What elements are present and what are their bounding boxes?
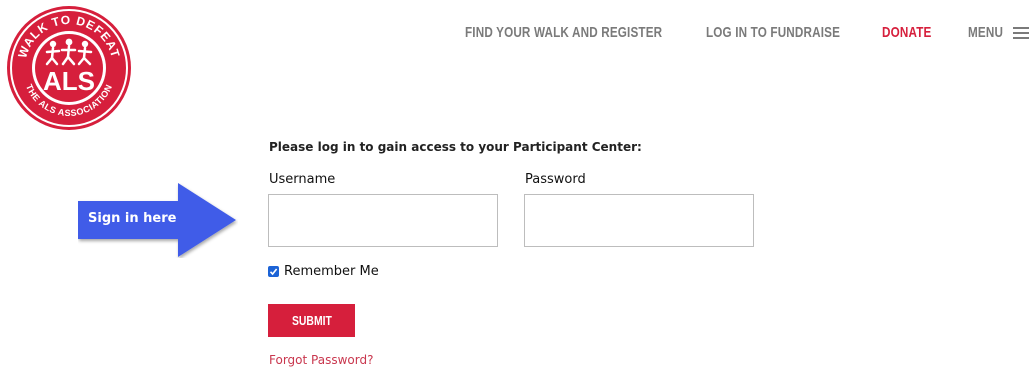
password-field[interactable] bbox=[524, 194, 754, 247]
forgot-password-link[interactable]: Forgot Password? bbox=[269, 353, 373, 367]
nav-donate[interactable]: DONATE bbox=[882, 24, 931, 41]
remember-me-row: Remember Me bbox=[268, 264, 379, 279]
password-label: Password bbox=[525, 172, 586, 187]
nav-find-walk-register[interactable]: FIND YOUR WALK AND REGISTER bbox=[465, 24, 662, 41]
username-label: Username bbox=[269, 172, 336, 187]
username-field[interactable] bbox=[268, 194, 498, 247]
hamburger-icon[interactable] bbox=[1013, 27, 1029, 39]
checkmark-icon bbox=[269, 268, 278, 276]
main-nav: FIND YOUR WALK AND REGISTER LOG IN TO FU… bbox=[0, 24, 1031, 48]
login-instructions: Please log in to gain access to your Par… bbox=[269, 140, 642, 154]
sign-in-here-callout: Sign in here bbox=[88, 211, 177, 226]
nav-menu[interactable]: MENU bbox=[968, 24, 1003, 41]
submit-button[interactable]: SUBMIT bbox=[268, 304, 355, 337]
remember-me-label[interactable]: Remember Me bbox=[284, 264, 379, 279]
submit-button-label: SUBMIT bbox=[291, 313, 332, 328]
nav-log-in-to-fundraise[interactable]: LOG IN TO FUNDRAISE bbox=[706, 24, 840, 41]
remember-me-checkbox[interactable] bbox=[268, 266, 279, 277]
logo-center-text: ALS bbox=[43, 66, 95, 96]
